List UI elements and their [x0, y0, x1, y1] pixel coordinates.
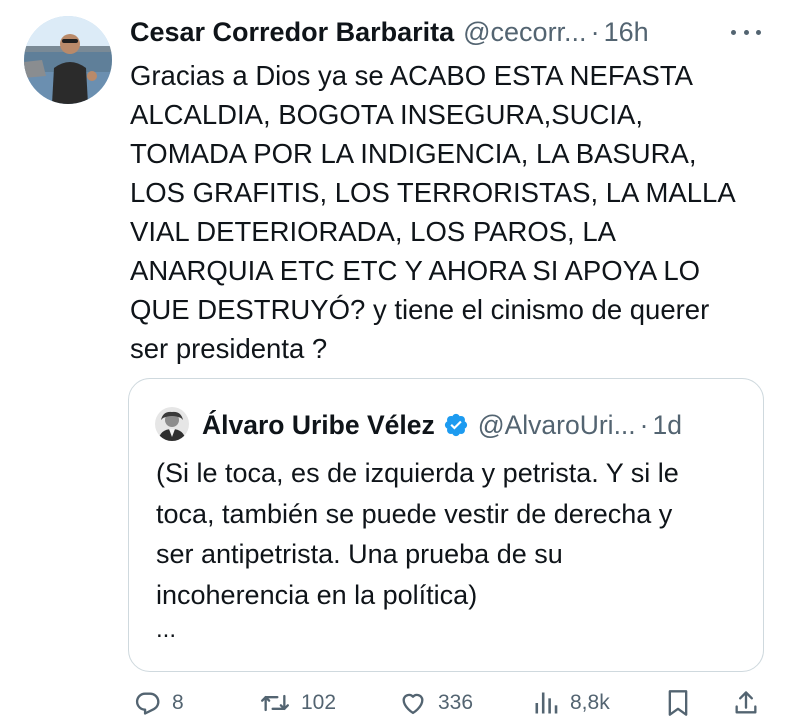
- separator-dot: ·: [590, 16, 600, 47]
- tweet[interactable]: Cesar Corredor Barbarita @cecorr... · 16…: [0, 0, 800, 719]
- quote-author-name[interactable]: Álvaro Uribe Vélez: [202, 410, 435, 441]
- heart-icon: [402, 693, 424, 715]
- reply-count: 8: [172, 691, 184, 714]
- share-button[interactable]: [732, 688, 760, 718]
- tweet-timestamp[interactable]: 16h: [604, 17, 649, 48]
- repost-icon: [260, 694, 289, 712]
- views-icon: [535, 692, 558, 714]
- bookmark-icon: [668, 690, 688, 716]
- more-dot: [731, 29, 736, 35]
- quote-truncation: ...: [156, 616, 177, 643]
- verified-badge-icon: [443, 412, 469, 438]
- bookmark-button[interactable]: [666, 688, 690, 718]
- more-icon[interactable]: [731, 22, 761, 42]
- tweet-header: Cesar Corredor Barbarita @cecorr... · 16…: [130, 14, 649, 50]
- reply-icon: [136, 692, 160, 715]
- repost-count: 102: [301, 691, 337, 714]
- views-button[interactable]: 8,8k: [532, 688, 610, 718]
- quoted-tweet[interactable]: Álvaro Uribe Vélez @AlvaroUri... · 1d (S…: [128, 378, 764, 672]
- quote-author-avatar[interactable]: [155, 407, 189, 441]
- more-dot: [756, 29, 761, 35]
- like-button[interactable]: 336: [398, 688, 473, 718]
- views-count: 8,8k: [570, 691, 610, 714]
- action-bar: 8 102 336 8,8k: [0, 688, 800, 718]
- separator-dot: ·: [639, 409, 649, 440]
- author-name[interactable]: Cesar Corredor Barbarita: [130, 17, 454, 48]
- author-handle[interactable]: @cecorr...: [463, 17, 586, 48]
- author-avatar[interactable]: [24, 16, 112, 104]
- like-count: 336: [438, 691, 474, 714]
- quote-timestamp[interactable]: 1d: [652, 410, 681, 441]
- more-dot: [743, 29, 749, 35]
- share-icon: [735, 691, 757, 714]
- repost-button[interactable]: 102: [259, 688, 336, 718]
- quote-author-handle[interactable]: @AlvaroUri...: [478, 410, 636, 441]
- quote-text: (Si le toca, es de izquierda y petrista.…: [156, 458, 679, 610]
- quote-header: Álvaro Uribe Vélez @AlvaroUri... · 1d: [202, 407, 682, 443]
- reply-button[interactable]: 8: [134, 688, 184, 718]
- tweet-text: Gracias a Dios ya se ACABO ESTA NEFASTA …: [130, 60, 736, 364]
